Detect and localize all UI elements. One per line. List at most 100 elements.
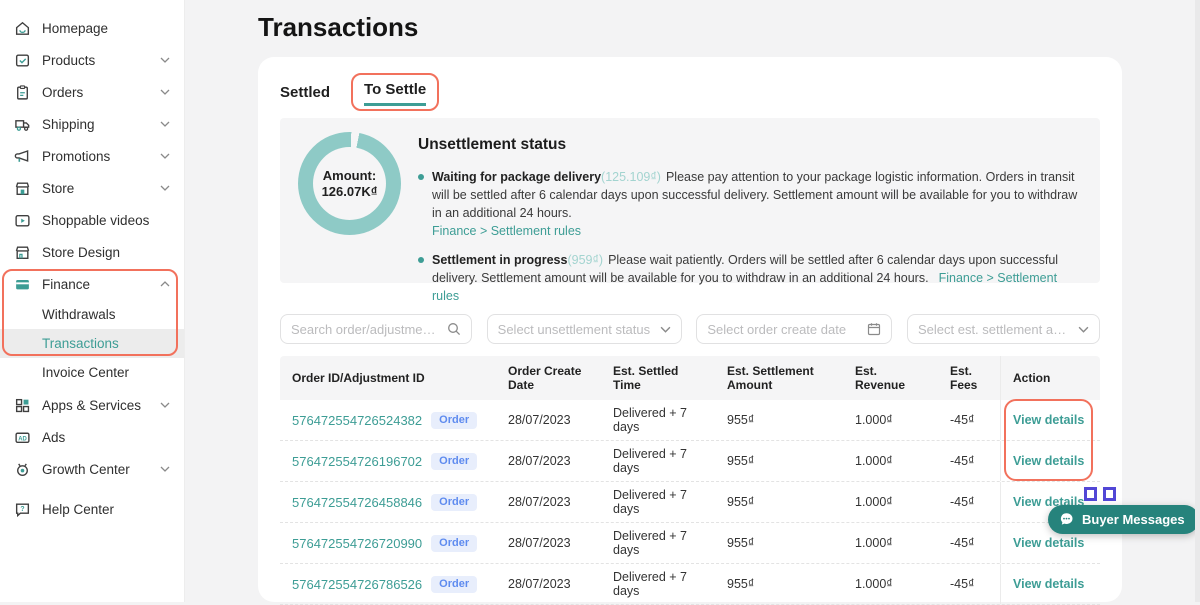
order-create-date: 28/07/2023	[496, 536, 601, 550]
est-fees: -45₫	[938, 454, 1000, 468]
sidebar-item-label: Help Center	[42, 502, 114, 517]
shipping-icon	[14, 116, 31, 133]
sidebar-item-label: Transactions	[42, 336, 119, 351]
order-type-badge: Order	[431, 412, 477, 429]
order-create-date: 28/07/2023	[496, 413, 601, 427]
est-revenue: 1.000₫	[843, 495, 938, 509]
sidebar-item-homepage[interactable]: Homepage	[0, 12, 184, 44]
finance-icon	[14, 276, 31, 293]
chevron-down-icon	[160, 185, 170, 191]
sidebar-item-label: Store	[42, 181, 74, 196]
unsettlement-status-block: Unsettlement status Waiting for package …	[418, 136, 1086, 305]
est-settlement-amount: 955₫	[715, 413, 843, 427]
column-header-fees: Est. Fees	[938, 364, 1000, 392]
est-settlement-amount: 955₫	[715, 454, 843, 468]
order-create-date: 28/07/2023	[496, 577, 601, 591]
settlement-rules-link[interactable]: Finance > Settlement rules	[432, 222, 581, 240]
shoppable-videos-icon	[14, 212, 31, 229]
filter-bar: Search order/adjustment ID Select unsett…	[280, 314, 1100, 344]
apps-grid-icon	[14, 397, 31, 414]
buyer-messages-label: Buyer Messages	[1082, 512, 1185, 527]
sidebar-item-label: Withdrawals	[42, 307, 116, 322]
chevron-down-icon	[160, 402, 170, 408]
column-header-action: Action	[1000, 356, 1100, 400]
scrollbar[interactable]	[1195, 0, 1200, 602]
bullet-dot-icon	[418, 174, 424, 180]
sidebar-item-apps-services[interactable]: Apps & Services	[0, 389, 184, 421]
chat-bubble-icon	[1058, 511, 1075, 528]
est-settled-time: Delivered + 7 days	[601, 406, 715, 434]
column-header-settled-time: Est. Settled Time	[601, 364, 715, 392]
est-revenue: 1.000₫	[843, 454, 938, 468]
sidebar-item-store-design[interactable]: Store Design	[0, 236, 184, 268]
chevron-down-icon	[160, 153, 170, 159]
order-id-link[interactable]: 576472554726786526	[292, 577, 422, 592]
table-row: 576472554726720990 Order 28/07/2023 Deliv…	[280, 523, 1100, 564]
column-header-revenue: Est. Revenue	[843, 364, 938, 392]
svg-text:?: ?	[20, 506, 24, 513]
sidebar-item-label: Invoice Center	[42, 365, 129, 380]
sidebar-item-transactions[interactable]: Transactions	[0, 329, 184, 358]
order-id-link[interactable]: 576472554726524382	[292, 413, 422, 428]
date-picker-placeholder: Select order create date	[707, 322, 859, 337]
view-details-link[interactable]: View details	[1013, 577, 1084, 591]
table-row: 576472554726458846Order 28/07/2023 Deliv…	[280, 482, 1100, 523]
est-fees: -45₫	[938, 536, 1000, 550]
sidebar-item-label: Homepage	[42, 21, 108, 36]
sidebar-item-products[interactable]: Products	[0, 44, 184, 76]
sidebar-item-label: Growth Center	[42, 462, 130, 477]
sidebar: Homepage Products Orders Shipping	[0, 0, 185, 602]
view-details-link[interactable]: View details	[1013, 536, 1084, 550]
sidebar-item-orders[interactable]: Orders	[0, 76, 184, 108]
unsettlement-status-select[interactable]: Select unsettlement status	[487, 314, 682, 344]
transactions-table: Order ID/Adjustment ID Order Create Date…	[280, 356, 1100, 605]
sidebar-item-withdrawals[interactable]: Withdrawals	[0, 300, 184, 329]
est-settled-time: Delivered + 7 days	[601, 488, 715, 516]
buyer-messages-button[interactable]: Buyer Messages	[1048, 505, 1199, 534]
sidebar-item-invoice-center[interactable]: Invoice Center	[0, 358, 184, 387]
settlement-amount-select[interactable]: Select est. settlement amo...	[907, 314, 1100, 344]
tab-bar: Settled To Settle	[280, 73, 439, 111]
search-icon	[447, 322, 461, 336]
tab-to-settle[interactable]: To Settle	[364, 81, 426, 106]
view-details-link[interactable]: View details	[1013, 454, 1084, 468]
unsettlement-bullet-in-progress: Settlement in progress(959₫)Please wait …	[418, 251, 1086, 305]
sidebar-item-ads[interactable]: AD Ads	[0, 421, 184, 453]
est-settled-time: Delivered + 7 days	[601, 529, 715, 557]
sidebar-item-shipping[interactable]: Shipping	[0, 108, 184, 140]
sidebar-item-label: Orders	[42, 85, 83, 100]
search-input[interactable]: Search order/adjustment ID	[280, 314, 472, 344]
table-row: 576472554726786526Order 28/07/2023 Deliv…	[280, 564, 1100, 605]
bullet-amount: (125.109₫)	[601, 170, 661, 184]
order-id-link[interactable]: 576472554726196702	[292, 454, 422, 469]
sidebar-item-store[interactable]: Store	[0, 172, 184, 204]
tab-settled[interactable]: Settled	[280, 84, 330, 101]
overlay-square-icon	[1084, 487, 1097, 501]
view-details-link[interactable]: View details	[1013, 413, 1084, 427]
sidebar-item-growth-center[interactable]: Growth Center	[0, 453, 184, 485]
bullet-lead: Settlement in progress	[432, 253, 567, 267]
est-settlement-amount: 955₫	[715, 536, 843, 550]
sidebar-item-help-center[interactable]: ? Help Center	[0, 493, 184, 525]
order-type-badge: Order	[431, 535, 477, 552]
overlay-square-icon	[1103, 487, 1116, 501]
est-settlement-amount: 955₫	[715, 577, 843, 591]
promotions-icon	[14, 148, 31, 165]
order-id-link[interactable]: 576472554726720990	[292, 536, 422, 551]
sidebar-item-label: Ads	[42, 430, 65, 445]
sidebar-item-finance[interactable]: Finance	[0, 268, 184, 300]
unsettlement-donut-chart: Amount: 126.07K₫	[298, 132, 401, 235]
order-id-link[interactable]: 576472554726458846	[292, 495, 422, 510]
products-icon	[14, 52, 31, 69]
sidebar-item-shoppable-videos[interactable]: Shoppable videos	[0, 204, 184, 236]
sidebar-item-promotions[interactable]: Promotions	[0, 140, 184, 172]
column-header-settlement-amount: Est. Settlement Amount	[715, 364, 843, 392]
table-header-row: Order ID/Adjustment ID Order Create Date…	[280, 356, 1100, 400]
chevron-down-icon	[1078, 326, 1089, 333]
table-row: 576472554726196702Order 28/07/2023 Deliv…	[280, 441, 1100, 482]
unsettlement-status-title: Unsettlement status	[418, 136, 1086, 154]
store-design-icon	[14, 244, 31, 261]
order-create-date-picker[interactable]: Select order create date	[696, 314, 892, 344]
unsettlement-bullet-waiting: Waiting for package delivery(125.109₫)Pl…	[418, 168, 1086, 240]
to-settle-annotation-box: To Settle	[351, 73, 439, 111]
